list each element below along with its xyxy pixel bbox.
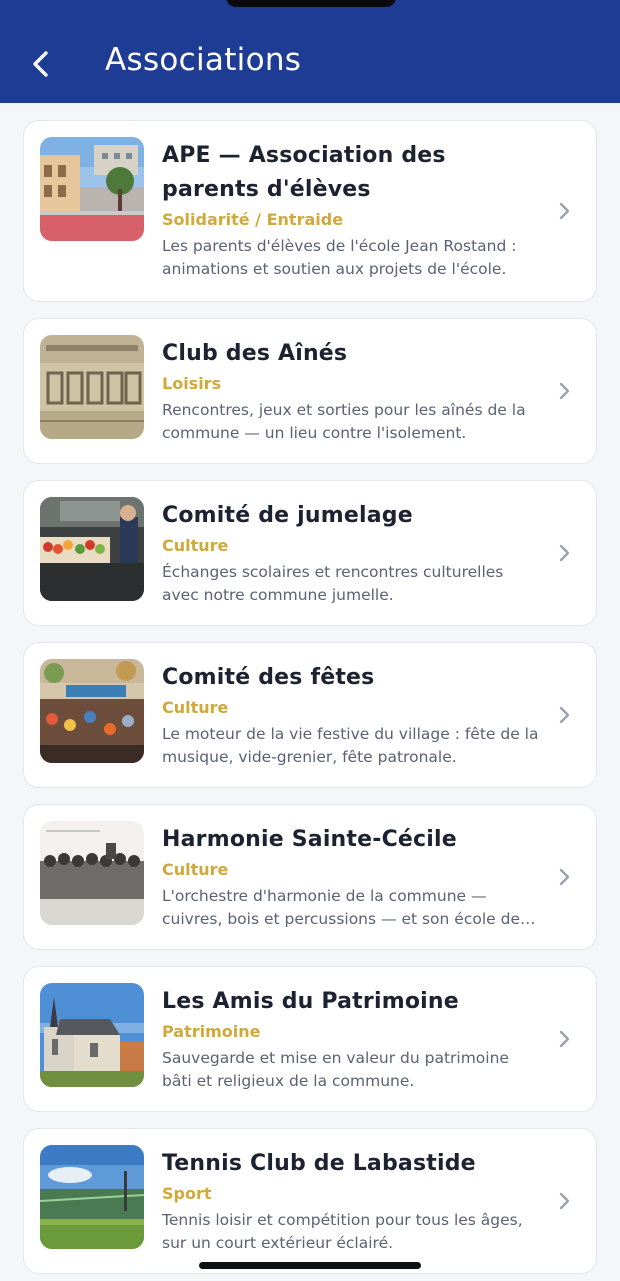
chevron-right-icon <box>559 1192 570 1210</box>
item-text: Les Amis du Patrimoine Patrimoine Sauveg… <box>162 985 542 1093</box>
home-indicator <box>199 1262 421 1269</box>
list-item[interactable]: Club des Aînés Loisirs Rencontres, jeux … <box>23 318 597 464</box>
item-title: Club des Aînés <box>162 341 348 366</box>
page-title: Associations <box>105 42 302 78</box>
chevron-right-icon <box>559 868 570 886</box>
app-header: Associations <box>0 0 620 103</box>
association-thumbnail <box>40 137 144 241</box>
list-item[interactable]: APE — Association des parents d'élèves S… <box>23 120 597 302</box>
item-category: Culture <box>162 860 229 879</box>
association-thumbnail <box>40 335 144 439</box>
item-text: Comité des fêtes Culture Le moteur de la… <box>162 661 542 769</box>
association-thumbnail <box>40 983 144 1087</box>
item-description: Sauvegarde et mise en valeur du patrimoi… <box>162 1049 509 1090</box>
chevron-right-icon <box>559 382 570 400</box>
item-title: APE — Association des parents d'élèves <box>162 143 446 202</box>
chevron-right-icon <box>559 544 570 562</box>
chevron-right-icon <box>559 202 570 220</box>
list-item[interactable]: Tennis Club de Labastide Sport Tennis lo… <box>23 1128 597 1274</box>
item-title: Harmonie Sainte-Cécile <box>162 827 457 852</box>
item-title: Comité de jumelage <box>162 503 413 528</box>
item-title: Les Amis du Patrimoine <box>162 989 459 1014</box>
association-thumbnail <box>40 497 144 601</box>
item-description: Les parents d'élèves de l'école Jean Ros… <box>162 237 517 278</box>
item-title: Comité des fêtes <box>162 665 375 690</box>
item-text: Comité de jumelage Culture Échanges scol… <box>162 499 542 607</box>
chevron-right-icon <box>559 706 570 724</box>
item-text: Tennis Club de Labastide Sport Tennis lo… <box>162 1147 542 1255</box>
device-notch <box>226 0 396 7</box>
item-category: Culture <box>162 698 229 717</box>
item-category: Loisirs <box>162 374 222 393</box>
associations-list: APE — Association des parents d'élèves S… <box>23 120 597 1281</box>
item-text: Harmonie Sainte-Cécile Culture L'orchest… <box>162 823 542 931</box>
item-description: L'orchestre d'harmonie de la commune — c… <box>162 887 520 928</box>
item-category: Culture <box>162 536 229 555</box>
association-thumbnail <box>40 1145 144 1249</box>
item-description: Rencontres, jeux et sorties pour les aîn… <box>162 401 526 442</box>
item-title: Tennis Club de Labastide <box>162 1151 476 1176</box>
item-category: Sport <box>162 1184 212 1203</box>
item-description: Tennis loisir et compétition pour tous l… <box>162 1211 523 1252</box>
chevron-left-icon <box>33 51 48 77</box>
list-item[interactable]: Harmonie Sainte-Cécile Culture L'orchest… <box>23 804 597 950</box>
screen: Associations APE — Association des paren… <box>0 0 620 1281</box>
item-text: APE — Association des parents d'élèves S… <box>162 139 542 281</box>
item-description: Échanges scolaires et rencontres culture… <box>162 563 504 604</box>
item-category: Patrimoine <box>162 1022 261 1041</box>
list-item[interactable]: Comité des fêtes Culture Le moteur de la… <box>23 642 597 788</box>
item-category: Solidarité / Entraide <box>162 210 344 229</box>
association-thumbnail <box>40 821 144 925</box>
list-item[interactable]: Comité de jumelage Culture Échanges scol… <box>23 480 597 626</box>
item-description: Le moteur de la vie festive du village :… <box>162 725 539 766</box>
list-item[interactable]: Les Amis du Patrimoine Patrimoine Sauveg… <box>23 966 597 1112</box>
item-text: Club des Aînés Loisirs Rencontres, jeux … <box>162 337 542 445</box>
chevron-right-icon <box>559 1030 570 1048</box>
association-thumbnail <box>40 659 144 763</box>
back-button[interactable] <box>22 42 60 86</box>
